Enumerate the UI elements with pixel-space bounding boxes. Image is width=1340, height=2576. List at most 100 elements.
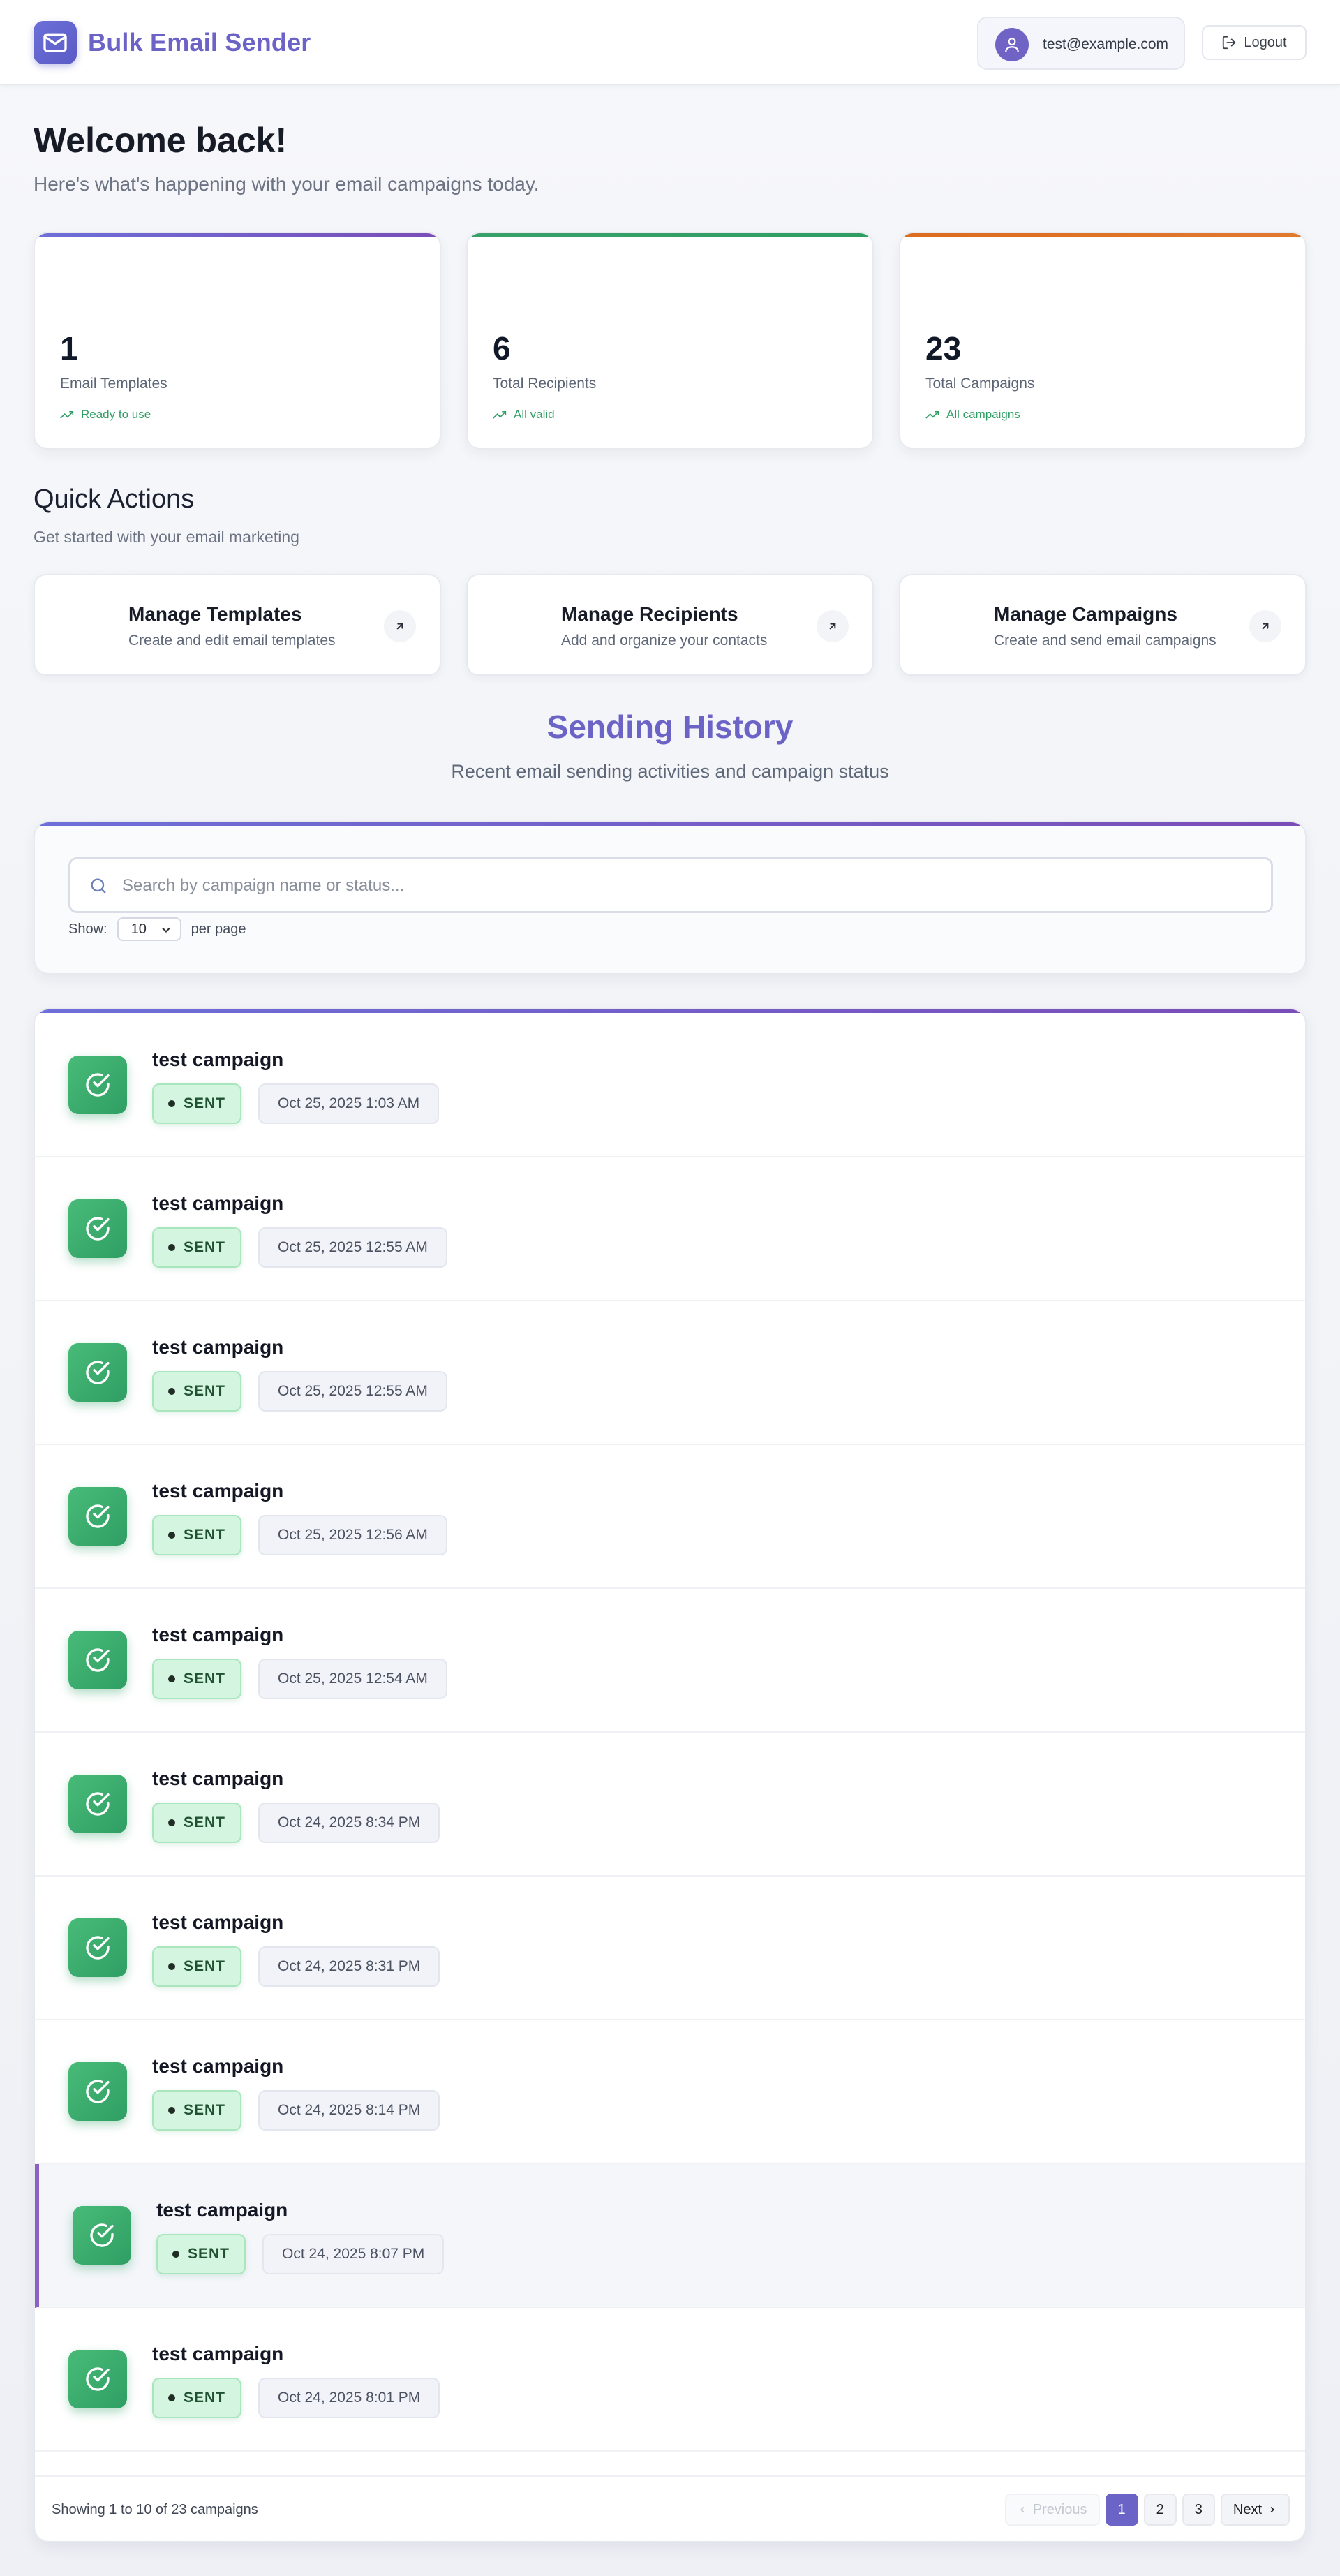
sent-date-badge: Oct 25, 2025 12:55 AM xyxy=(258,1371,447,1412)
check-circle-icon xyxy=(68,2062,127,2121)
campaign-row[interactable]: test campaign SENT Oct 25, 2025 12:55 AM xyxy=(35,1157,1305,1301)
search-input[interactable] xyxy=(122,872,1239,900)
per-page-value: 10 xyxy=(131,921,147,937)
stat-value: 6 xyxy=(493,330,511,367)
previous-page-button[interactable]: Previous xyxy=(1004,2494,1100,2526)
chevron-left-icon xyxy=(1020,2506,1025,2513)
campaign-name: test campaign xyxy=(152,1480,284,1502)
status-badge: SENT xyxy=(156,2234,246,2274)
campaign-row[interactable]: test campaign SENT Oct 24, 2025 8:31 PM xyxy=(35,1877,1305,2020)
list-footer: Showing 1 to 10 of 23 campaigns Previous… xyxy=(35,2475,1305,2541)
stat-trend-label: All campaigns xyxy=(946,408,1020,421)
status-label: SENT xyxy=(183,1671,225,1687)
app-header: Bulk Email Sender test@example.com Logou… xyxy=(0,0,1340,85)
search-icon xyxy=(91,878,106,894)
sent-date-badge: Oct 25, 2025 12:54 AM xyxy=(258,1659,447,1699)
showing-count: Showing 1 to 10 of 23 campaigns xyxy=(52,2502,258,2517)
status-label: SENT xyxy=(183,2102,225,2118)
mail-logo-icon xyxy=(34,21,77,64)
logout-button[interactable]: Logout xyxy=(1202,25,1306,60)
stat-trend-label: All valid xyxy=(514,408,555,421)
status-dot xyxy=(168,1963,175,1970)
user-chip[interactable]: test@example.com xyxy=(977,17,1185,70)
welcome-title: Welcome back! xyxy=(34,121,288,160)
sent-date-badge: Oct 24, 2025 8:07 PM xyxy=(262,2234,445,2274)
qa-card-title: Manage Recipients xyxy=(561,603,738,625)
check-circle-icon xyxy=(68,1056,127,1114)
stat-card-campaigns: 23 Total Campaigns All campaigns xyxy=(899,232,1306,450)
check-circle-icon xyxy=(73,2206,131,2265)
status-label: SENT xyxy=(183,1958,225,1974)
sent-date-badge: Oct 25, 2025 12:55 AM xyxy=(258,1227,447,1268)
previous-label: Previous xyxy=(1032,2501,1087,2517)
arrow-up-right-icon xyxy=(1249,610,1281,642)
card-accent-bar xyxy=(900,233,1305,237)
status-badge: SENT xyxy=(152,1227,241,1268)
page-2-button[interactable]: 2 xyxy=(1143,2494,1177,2526)
quick-actions-subtitle: Get started with your email marketing xyxy=(34,528,299,546)
page-3-button[interactable]: 3 xyxy=(1182,2494,1215,2526)
stat-card-templates: 1 Email Templates Ready to use xyxy=(34,232,441,450)
campaign-name: test campaign xyxy=(156,2199,288,2221)
stat-trend-label: Ready to use xyxy=(81,408,151,421)
campaign-row[interactable]: test campaign SENT Oct 25, 2025 1:03 AM xyxy=(35,1014,1305,1157)
check-circle-icon xyxy=(68,1631,127,1689)
check-circle-icon xyxy=(68,1343,127,1402)
next-page-button[interactable]: Next xyxy=(1220,2494,1290,2526)
campaign-row[interactable]: test campaign SENT Oct 24, 2025 8:14 PM xyxy=(35,2020,1305,2164)
status-badge: SENT xyxy=(152,2090,241,2131)
arrow-up-right-icon xyxy=(817,610,849,642)
quick-actions-title: Quick Actions xyxy=(34,484,195,514)
stat-label: Total Campaigns xyxy=(925,376,1035,392)
manage-campaigns-card[interactable]: Manage Campaigns Create and send email c… xyxy=(899,574,1306,676)
campaign-name: test campaign xyxy=(152,1049,284,1070)
manage-recipients-card[interactable]: Manage Recipients Add and organize your … xyxy=(466,574,874,676)
status-label: SENT xyxy=(183,1814,225,1830)
campaign-name: test campaign xyxy=(152,1624,284,1645)
campaign-row[interactable]: test campaign SENT Oct 24, 2025 8:34 PM xyxy=(35,1733,1305,1877)
campaign-name: test campaign xyxy=(152,2343,284,2364)
stat-label: Email Templates xyxy=(60,376,168,392)
campaign-row[interactable]: test campaign SENT Oct 25, 2025 12:55 AM xyxy=(35,1301,1305,1445)
status-dot xyxy=(168,1532,175,1539)
status-dot xyxy=(168,2394,175,2401)
campaign-row[interactable]: test campaign SENT Oct 24, 2025 8:07 PM xyxy=(35,2164,1305,2308)
campaign-row[interactable]: test campaign SENT Oct 25, 2025 12:54 AM xyxy=(35,1589,1305,1733)
logout-icon xyxy=(1223,36,1236,50)
status-dot xyxy=(168,1100,175,1107)
campaign-name: test campaign xyxy=(152,1336,284,1358)
campaign-name: test campaign xyxy=(152,1768,284,1789)
campaign-history-list: test campaign SENT Oct 25, 2025 1:03 AM tes… xyxy=(34,1008,1306,2542)
sent-date-badge: Oct 25, 2025 1:03 AM xyxy=(258,1083,440,1124)
sending-history-title: Sending History xyxy=(546,709,794,745)
qa-card-desc: Create and send email campaigns xyxy=(994,632,1216,649)
page-1-button[interactable]: 1 xyxy=(1105,2494,1138,2526)
per-page-select[interactable]: 10 xyxy=(117,917,181,941)
per-page-suffix: per page xyxy=(191,921,246,937)
qa-card-desc: Add and organize your contacts xyxy=(561,632,768,649)
sent-date-badge: Oct 24, 2025 8:01 PM xyxy=(258,2378,440,2418)
check-circle-icon xyxy=(68,1487,127,1546)
status-dot xyxy=(168,1244,175,1251)
manage-templates-card[interactable]: Manage Templates Create and edit email t… xyxy=(34,574,441,676)
status-label: SENT xyxy=(183,1527,225,1543)
sent-date-badge: Oct 24, 2025 8:14 PM xyxy=(258,2090,440,2131)
check-circle-icon xyxy=(68,2350,127,2408)
stat-trend: Ready to use xyxy=(60,408,151,422)
status-label: SENT xyxy=(183,1383,225,1399)
sent-date-badge: Oct 24, 2025 8:31 PM xyxy=(258,1946,440,1987)
status-badge: SENT xyxy=(152,1371,241,1412)
status-dot xyxy=(168,1675,175,1682)
status-label: SENT xyxy=(183,1095,225,1111)
search-box[interactable] xyxy=(68,857,1273,913)
qa-card-title: Manage Templates xyxy=(128,603,302,625)
campaign-row[interactable]: test campaign SENT Oct 24, 2025 8:01 PM xyxy=(35,2308,1305,2452)
stat-trend: All valid xyxy=(493,408,555,422)
stat-trend: All campaigns xyxy=(925,408,1020,422)
campaign-name: test campaign xyxy=(152,1192,284,1214)
sending-history-subtitle: Recent email sending activities and camp… xyxy=(451,761,889,782)
campaign-row[interactable]: test campaign SENT Oct 25, 2025 12:56 AM xyxy=(35,1445,1305,1589)
qa-card-title: Manage Campaigns xyxy=(994,603,1177,625)
check-circle-icon xyxy=(68,1775,127,1833)
next-label: Next xyxy=(1233,2501,1262,2517)
